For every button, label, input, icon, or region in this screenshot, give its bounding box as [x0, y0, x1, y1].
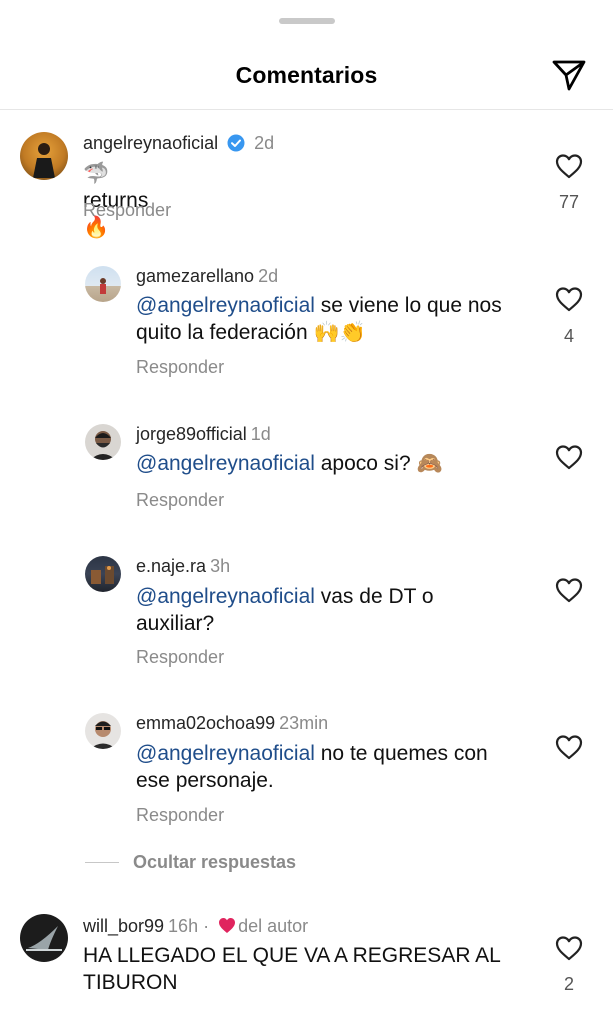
comment-meta: gamezarellano 2d	[136, 266, 278, 287]
comment-time: 3h	[210, 556, 231, 576]
avatar[interactable]	[85, 424, 121, 460]
comment-time: 1d	[250, 424, 271, 444]
comment-meta: e.naje.ra 3h	[136, 556, 230, 577]
comment-text-content: HA LLEGADO EL QUE VA A REGRESAR AL	[83, 944, 501, 967]
avatar[interactable]	[85, 266, 121, 302]
comment-meta: will_bor99 16h · del autor	[83, 916, 308, 937]
mention-link[interactable]: @angelreynaoficial	[136, 742, 315, 765]
like-count: 4	[563, 326, 574, 346]
mention-link[interactable]: @angelreynaoficial	[136, 294, 315, 317]
comment-text: @angelreynaoficial vas de DT o auxiliar?	[136, 583, 536, 637]
comment-meta: jorge89official 1d	[136, 424, 271, 445]
username-link[interactable]: will_bor99	[83, 916, 164, 936]
send-paper-plane-icon[interactable]	[550, 56, 588, 94]
comment-text-content: auxiliar?	[136, 612, 215, 635]
like-count: 77	[558, 192, 580, 212]
reply-button[interactable]: Responder	[136, 357, 224, 378]
avatar[interactable]	[85, 556, 121, 592]
like-heart-icon[interactable]	[554, 443, 584, 471]
comment-text-content: quito la federación	[136, 321, 314, 344]
hide-replies-label[interactable]: Ocultar respuestas	[133, 852, 296, 873]
comment-text-content: no te quemes con	[314, 742, 488, 765]
username-link[interactable]: gamezarellano	[136, 266, 254, 286]
reply-button[interactable]: Responder	[136, 490, 224, 511]
username-link[interactable]: angelreynaoficial	[83, 133, 218, 153]
username-link[interactable]: jorge89official	[136, 424, 247, 444]
clap-emoji: 🙌👏	[313, 321, 366, 344]
like-heart-icon[interactable]	[554, 285, 584, 313]
like-heart-icon[interactable]	[554, 152, 584, 180]
username-link[interactable]: emma02ochoa99	[136, 713, 275, 733]
author-liked-heart-icon	[219, 918, 236, 933]
comment-time: 2d	[258, 266, 279, 286]
avatar[interactable]	[85, 713, 121, 749]
comment-time: 2d	[254, 133, 275, 153]
comment-text-content: vas de DT o	[314, 585, 434, 608]
comment-text: @angelreynaoficial no te quemes con ese …	[136, 740, 536, 794]
comment-time: 16h ·	[168, 916, 210, 936]
like-heart-icon[interactable]	[554, 733, 584, 761]
header-divider	[0, 109, 613, 110]
comment-text: HA LLEGADO EL QUE VA A REGRESAR AL TIBUR…	[83, 942, 543, 996]
mention-link[interactable]: @angelreynaoficial	[136, 452, 315, 475]
comment-meta: angelreynaoficial 2d	[83, 133, 274, 154]
comment-meta: emma02ochoa99 23min	[136, 713, 328, 734]
comment-text-content: se viene lo que nos	[314, 294, 502, 317]
comments-sheet: Comentarios angelreynaoficial 2d 🦈 retur…	[0, 0, 613, 1024]
shark-emoji: 🦈	[83, 162, 110, 185]
comment-text-content: TIBURON	[83, 971, 178, 994]
avatar[interactable]	[20, 132, 68, 180]
hide-replies-divider	[85, 862, 119, 863]
comment-text-content: ese personaje.	[136, 769, 274, 792]
like-count: 2	[563, 974, 574, 994]
avatar[interactable]	[20, 914, 68, 962]
like-heart-icon[interactable]	[554, 576, 584, 604]
page-title: Comentarios	[235, 62, 378, 88]
reply-button[interactable]: Responder	[83, 200, 171, 221]
reply-button[interactable]: Responder	[136, 805, 224, 826]
comments-header: Comentarios	[0, 40, 613, 110]
reply-button[interactable]: Responder	[136, 647, 224, 668]
sheet-drag-handle[interactable]	[279, 18, 335, 24]
like-heart-icon[interactable]	[554, 934, 584, 962]
username-link[interactable]: e.naje.ra	[136, 556, 206, 576]
verified-badge-icon	[227, 134, 245, 152]
comment-text: @angelreynaoficial apoco si? 🙈	[136, 450, 536, 477]
see-no-evil-monkey-emoji: 🙈	[416, 452, 443, 475]
comment-text: @angelreynaoficial se viene lo que nos q…	[136, 292, 536, 346]
author-badge: del autor	[238, 916, 309, 936]
comment-time: 23min	[279, 713, 329, 733]
mention-link[interactable]: @angelreynaoficial	[136, 585, 315, 608]
comment-text-content: apoco si?	[314, 452, 417, 475]
